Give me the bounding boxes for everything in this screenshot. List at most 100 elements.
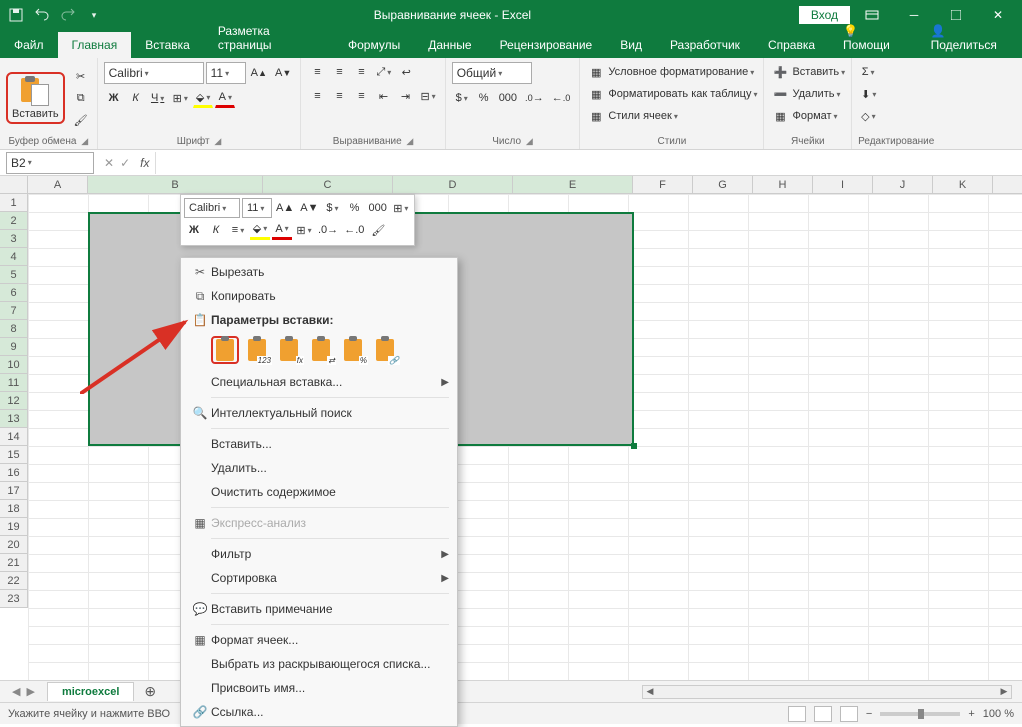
insert-cells-button[interactable]: Вставить [792,66,845,78]
copy-icon[interactable]: ⧉ [71,88,91,108]
format-table-icon[interactable]: ▦ [586,84,606,104]
tab-home[interactable]: Главная [58,32,132,58]
view-normal-icon[interactable] [788,706,806,722]
mini-bold[interactable]: Ж [184,220,204,240]
tell-me[interactable]: 💡 Помощи [829,18,917,58]
mini-inc-decimal-icon[interactable]: .0→ [316,220,340,240]
fx-icon[interactable]: fx [140,156,149,170]
fill-handle[interactable] [631,443,637,449]
cut-icon[interactable]: ✂ [71,66,91,86]
tab-view[interactable]: Вид [606,32,656,58]
cancel-formula-icon[interactable]: ✕ [104,156,114,170]
ctx-insert[interactable]: Вставить... [181,432,457,456]
accounting-icon[interactable]: $ [452,88,472,108]
align-middle-icon[interactable]: ≡ [329,62,349,82]
font-launcher[interactable]: ◢ [214,136,221,146]
format-cells-button[interactable]: Формат [792,110,837,122]
ctx-smart-lookup[interactable]: 🔍Интеллектуальный поиск [181,401,457,425]
increase-decimal-icon[interactable]: .0→ [522,88,547,108]
cond-format-button[interactable]: Условное форматирование [608,66,754,78]
format-painter-icon[interactable]: 🖌 [71,110,91,130]
col-header-I[interactable]: I [813,176,873,193]
ctx-define-name[interactable]: Присвоить имя... [181,676,457,700]
save-icon[interactable] [4,3,28,27]
align-center-icon[interactable]: ≡ [329,86,349,106]
share-button[interactable]: 👤 Поделиться [917,18,1022,58]
paste-option-formatting[interactable]: % [339,336,367,364]
format-table-button[interactable]: Форматировать как таблицу [608,88,757,100]
paste-option-link[interactable]: 🔗 [371,336,399,364]
row-header-22[interactable]: 22 [0,572,28,590]
row-header-11[interactable]: 11 [0,374,28,392]
row-header-13[interactable]: 13 [0,410,28,428]
row-header-5[interactable]: 5 [0,266,28,284]
mini-font-combo[interactable]: Calibri [184,198,240,218]
ctx-pick-dropdown[interactable]: Выбрать из раскрывающегося списка... [181,652,457,676]
ctx-paste-special[interactable]: Специальная вставка...▶ [181,370,457,394]
ctx-comment[interactable]: 💬Вставить примечание [181,597,457,621]
col-header-D[interactable]: D [393,176,513,193]
mini-size-combo[interactable]: 11 [242,198,272,218]
tab-layout[interactable]: Разметка страницы [204,18,334,58]
ctx-sort[interactable]: Сортировка▶ [181,566,457,590]
row-header-18[interactable]: 18 [0,500,28,518]
mini-fill-icon[interactable]: ⬙ [250,220,270,240]
cell-styles-button[interactable]: Стили ячеек [608,110,678,122]
bold-button[interactable]: Ж [104,88,124,108]
number-launcher[interactable]: ◢ [526,136,533,146]
sheet-add-button[interactable]: ⊕ [134,683,166,700]
mini-border-icon[interactable]: ⊞ [294,220,314,240]
ctx-delete[interactable]: Удалить... [181,456,457,480]
font-color-icon[interactable]: A [215,88,235,108]
font-name-combo[interactable]: Calibri [104,62,204,84]
ctx-clear[interactable]: Очистить содержимое [181,480,457,504]
clipboard-launcher[interactable]: ◢ [81,136,88,146]
mini-align-icon[interactable]: ≡ [228,220,248,240]
font-size-combo[interactable]: 11 [206,62,246,84]
increase-font-icon[interactable]: A▲ [248,63,270,83]
col-header-J[interactable]: J [873,176,933,193]
ctx-cut[interactable]: ✂Вырезать [181,260,457,284]
tab-developer[interactable]: Разработчик [656,32,754,58]
qat-customize-icon[interactable]: ▾ [82,3,106,27]
col-header-E[interactable]: E [513,176,633,193]
redo-icon[interactable] [56,3,80,27]
fill-icon[interactable]: ⬇ [858,84,879,104]
row-header-20[interactable]: 20 [0,536,28,554]
percent-icon[interactable]: % [474,88,494,108]
delete-cells-button[interactable]: Удалить [792,88,840,100]
formula-input[interactable] [155,152,1022,174]
mini-font-color-icon[interactable]: A [272,220,292,240]
zoom-out[interactable]: − [866,708,872,720]
col-header-F[interactable]: F [633,176,693,193]
mini-increase-font-icon[interactable]: A▲ [274,198,296,218]
mini-percent-icon[interactable]: % [344,198,364,218]
number-format-combo[interactable]: Общий [452,62,532,84]
row-header-8[interactable]: 8 [0,320,28,338]
decrease-indent-icon[interactable]: ⇤ [373,86,393,106]
view-page-break-icon[interactable] [840,706,858,722]
increase-indent-icon[interactable]: ⇥ [395,86,415,106]
zoom-level[interactable]: 100 % [983,708,1014,720]
sheet-tab-active[interactable]: microexcel [47,682,134,701]
col-header-G[interactable]: G [693,176,753,193]
mini-accounting-icon[interactable]: $ [322,198,342,218]
col-header-B[interactable]: B [88,176,263,193]
view-page-layout-icon[interactable] [814,706,832,722]
mini-borders-icon[interactable]: ⊞ [391,198,411,218]
row-header-10[interactable]: 10 [0,356,28,374]
align-bottom-icon[interactable]: ≡ [351,62,371,82]
row-header-14[interactable]: 14 [0,428,28,446]
col-header-C[interactable]: C [263,176,393,193]
row-header-21[interactable]: 21 [0,554,28,572]
ctx-filter[interactable]: Фильтр▶ [181,542,457,566]
row-header-9[interactable]: 9 [0,338,28,356]
mini-italic[interactable]: К [206,220,226,240]
ctx-copy[interactable]: ⧉Копировать [181,284,457,308]
row-header-17[interactable]: 17 [0,482,28,500]
accept-formula-icon[interactable]: ✓ [120,156,130,170]
tab-data[interactable]: Данные [414,32,485,58]
insert-cells-icon[interactable]: ➕ [770,62,790,82]
col-header-K[interactable]: K [933,176,993,193]
paste-option-transpose[interactable]: ⇄ [307,336,335,364]
